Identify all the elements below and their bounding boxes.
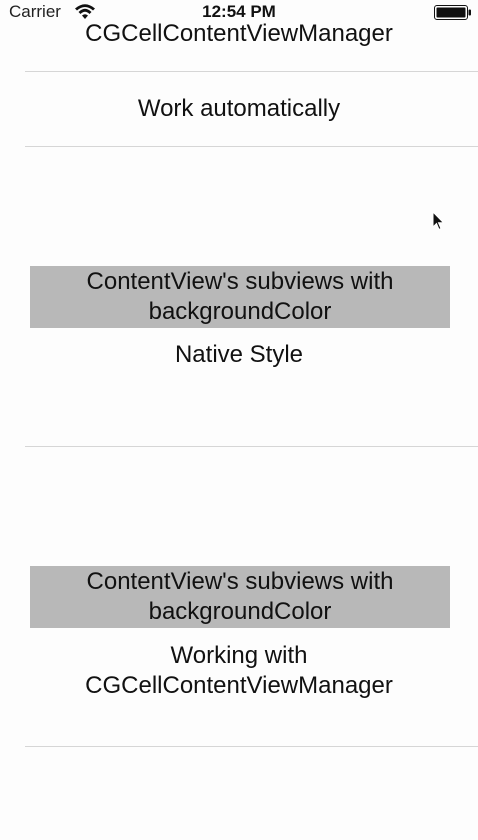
subviews-box-text: ContentView's subviews with backgroundCo… (86, 268, 394, 325)
manager-caption: Working with CGCellContentViewManager (85, 642, 393, 699)
cursor-icon (432, 211, 445, 231)
work-automatically-cell[interactable]: Work automatically (0, 72, 478, 147)
manager-cell[interactable]: ContentView's subviews with backgroundCo… (0, 447, 478, 747)
empty-table-area (0, 747, 478, 840)
header-cell: CGCellContentViewManager (0, 0, 478, 72)
subviews-background-box: ContentView's subviews with backgroundCo… (30, 566, 450, 628)
native-style-caption: Native Style (174, 341, 304, 368)
native-style-cell[interactable]: ContentView's subviews with backgroundCo… (0, 147, 478, 447)
subviews-box-text: ContentView's subviews with backgroundCo… (86, 568, 394, 625)
page-title: CGCellContentViewManager (85, 20, 393, 47)
work-automatically-label: Work automatically (137, 95, 341, 122)
subviews-background-box: ContentView's subviews with backgroundCo… (30, 266, 450, 328)
